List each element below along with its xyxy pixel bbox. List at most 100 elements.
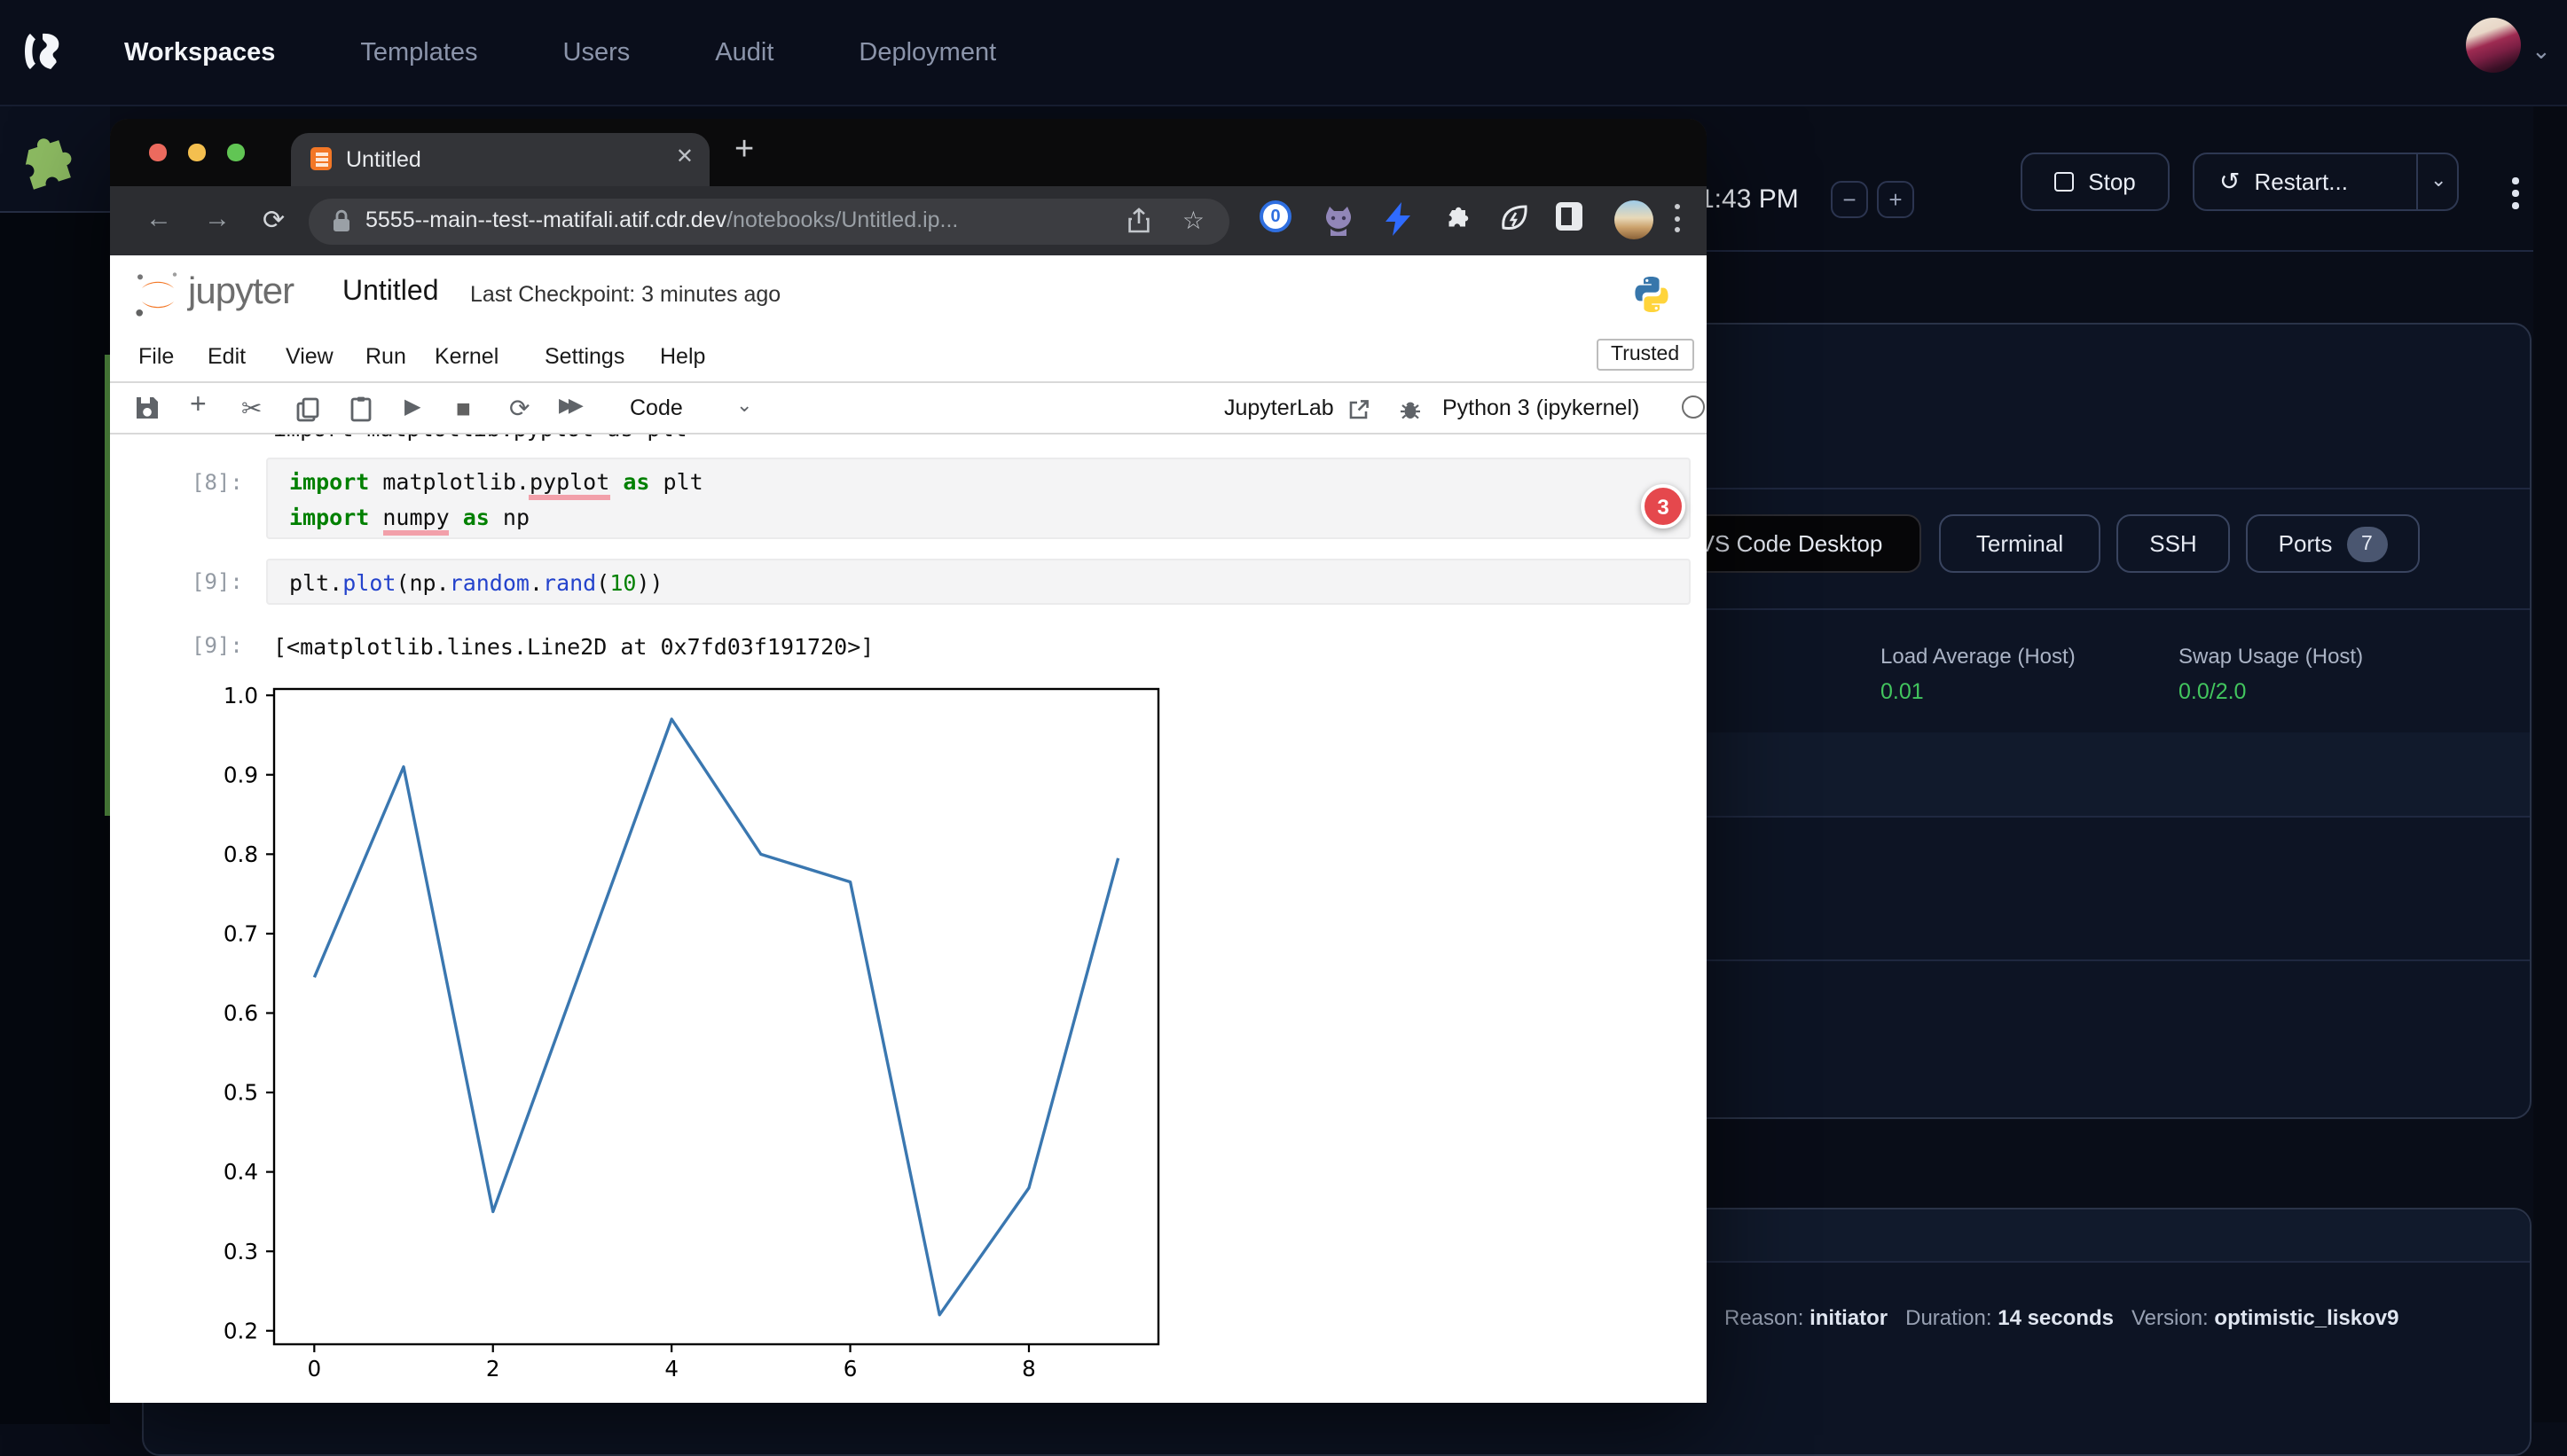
restart-options-chevron-icon[interactable]: ⌄	[2430, 168, 2446, 192]
cell-type-select[interactable]: Code	[630, 395, 683, 420]
run-all-icon[interactable]: ▶▶	[559, 394, 578, 417]
menu-view[interactable]: View	[286, 343, 334, 368]
load-average-value: 0.01	[1880, 679, 1924, 704]
notification-badge[interactable]: 3	[1641, 484, 1685, 528]
password-manager-extension-icon[interactable]: 0	[1260, 200, 1291, 232]
restart-split-divider	[2416, 154, 2418, 209]
add-cell-icon[interactable]: +	[190, 390, 207, 422]
green-accent-line	[105, 355, 109, 816]
window-minimize-button[interactable]	[188, 144, 205, 160]
svg-text:0.7: 0.7	[224, 920, 258, 946]
zoom-out-button[interactable]: −	[1831, 181, 1868, 218]
nav-item-deployment[interactable]: Deployment	[859, 38, 996, 67]
browser-tab-bar: Untitled ✕ +	[110, 118, 1707, 186]
build-reason-value: initiator	[1809, 1305, 1888, 1330]
nav-item-audit[interactable]: Audit	[715, 38, 773, 67]
jupyter-app: jupyter Untitled Last Checkpoint: 3 minu…	[110, 254, 1707, 1403]
menu-file[interactable]: File	[138, 343, 174, 368]
svg-text:0.2: 0.2	[224, 1318, 258, 1343]
workspace-kebab-menu[interactable]	[2512, 177, 2519, 208]
notebook-title[interactable]: Untitled	[342, 276, 439, 308]
nav-item-templates[interactable]: Templates	[360, 38, 477, 67]
coder-logo-icon[interactable]	[18, 27, 67, 76]
cell8-line2: import numpy as np	[268, 499, 1689, 534]
cell8-prompt: [8]:	[192, 470, 243, 495]
zoom-in-button[interactable]: +	[1877, 181, 1914, 218]
puzzle-icon	[10, 123, 104, 217]
url-path: /notebooks/Untitled.ip...	[726, 207, 958, 231]
leaf-extension-icon[interactable]	[1499, 202, 1529, 234]
output9-prompt: [9]:	[192, 633, 243, 658]
lock-icon	[332, 208, 351, 231]
cell-type-chevron-icon: ⌄	[736, 394, 752, 417]
python-logo-icon	[1632, 274, 1671, 313]
swap-usage-value: 0.0/2.0	[2178, 679, 2246, 704]
bookmark-star-icon[interactable]: ☆	[1182, 205, 1205, 235]
menu-edit[interactable]: Edit	[208, 343, 246, 368]
menu-run[interactable]: Run	[365, 343, 406, 368]
lightning-extension-icon[interactable]	[1386, 202, 1410, 236]
debug-icon[interactable]	[1398, 397, 1423, 422]
share-icon[interactable]	[1126, 207, 1151, 234]
svg-text:0: 0	[307, 1356, 321, 1382]
url-host: 5555--main--test--matifali.atif.cdr.dev	[365, 207, 726, 231]
restart-button[interactable]: ↺ Restart... ⌄	[2193, 153, 2459, 211]
extensions-puzzle-icon[interactable]	[1439, 202, 1471, 234]
build-version-value: optimistic_liskov9	[2214, 1305, 2398, 1330]
terminal-button[interactable]: Terminal	[1939, 514, 2100, 573]
restart-icon: ↺	[2219, 167, 2240, 197]
stop-button[interactable]: Stop	[2021, 153, 2170, 211]
jupyter-header: jupyter Untitled Last Checkpoint: 3 minu…	[110, 254, 1707, 333]
menu-settings[interactable]: Settings	[545, 343, 624, 368]
browser-menu-icon[interactable]	[1675, 204, 1682, 232]
copy-cell-icon[interactable]	[296, 397, 319, 422]
kernel-name[interactable]: Python 3 (ipykernel)	[1442, 395, 1639, 420]
external-link-icon[interactable]	[1348, 399, 1370, 420]
paste-cell-icon[interactable]	[349, 395, 373, 422]
notebook-cells-area: import matplotlib.pyplot as plt [8]: imp…	[110, 434, 1707, 1403]
ports-button[interactable]: Ports 7	[2246, 514, 2420, 573]
tab-close-icon[interactable]: ✕	[676, 144, 694, 168]
address-bar[interactable]: 5555--main--test--matifali.atif.cdr.dev/…	[309, 198, 1229, 244]
trusted-button[interactable]: Trusted	[1597, 338, 1693, 370]
svg-text:1.0: 1.0	[224, 683, 258, 708]
run-cell-icon[interactable]: ▶	[404, 394, 420, 419]
top-nav: Workspaces Templates Users Audit Deploym…	[0, 0, 2567, 106]
forward-icon[interactable]: →	[204, 204, 231, 234]
output9-text: [<matplotlib.lines.Line2D at 0x7fd03f191…	[273, 633, 874, 660]
code-cell-8[interactable]: import matplotlib.pyplot as plt import n…	[266, 458, 1691, 539]
menu-kernel[interactable]: Kernel	[435, 343, 498, 368]
code-cell-9[interactable]: plt.plot(np.random.rand(10))	[266, 559, 1691, 605]
window-maximize-button[interactable]	[227, 144, 244, 160]
figure-svg: 0.20.30.40.50.60.70.80.91.002468	[216, 677, 1210, 1403]
cut-cell-icon[interactable]: ✂	[241, 394, 262, 424]
new-tab-button[interactable]: +	[734, 130, 754, 169]
user-menu-chevron-icon[interactable]: ⌄	[2532, 37, 2551, 66]
browser-toolbar: ← → ⟳ 5555--main--test--matifali.atif.cd…	[110, 186, 1707, 254]
reload-icon[interactable]: ⟳	[263, 204, 285, 236]
window-close-button[interactable]	[149, 144, 166, 160]
github-extension-icon[interactable]	[1322, 202, 1355, 238]
kernel-status-icon	[1682, 395, 1705, 419]
reading-mode-extension-icon[interactable]	[1556, 202, 1582, 231]
restart-kernel-icon[interactable]: ⟳	[509, 394, 530, 424]
build-meta-row: Reason: initiator Duration: 14 seconds V…	[1724, 1305, 2399, 1330]
user-avatar[interactable]	[2466, 18, 2521, 73]
nav-item-users[interactable]: Users	[563, 38, 631, 67]
ssh-button[interactable]: SSH	[2116, 514, 2230, 573]
save-icon[interactable]	[135, 395, 160, 420]
svg-text:0.9: 0.9	[224, 762, 258, 787]
jupyter-menubar: File Edit View Run Kernel Settings Help …	[110, 333, 1707, 381]
browser-profile-avatar[interactable]	[1614, 200, 1653, 239]
cell8-line1: import matplotlib.pyplot as plt	[268, 465, 1689, 499]
jupyterlab-link[interactable]: JupyterLab	[1224, 395, 1334, 420]
stop-icon	[2054, 172, 2074, 192]
right-edge-gutter	[2533, 105, 2567, 1422]
menu-help[interactable]: Help	[660, 343, 705, 368]
browser-tab-untitled[interactable]: Untitled ✕	[291, 133, 710, 186]
svg-text:6: 6	[844, 1356, 858, 1382]
back-icon[interactable]: ←	[145, 204, 172, 234]
nav-item-workspaces[interactable]: Workspaces	[124, 38, 275, 67]
stop-kernel-icon[interactable]: ■	[456, 394, 471, 422]
svg-text:0.3: 0.3	[224, 1239, 258, 1264]
